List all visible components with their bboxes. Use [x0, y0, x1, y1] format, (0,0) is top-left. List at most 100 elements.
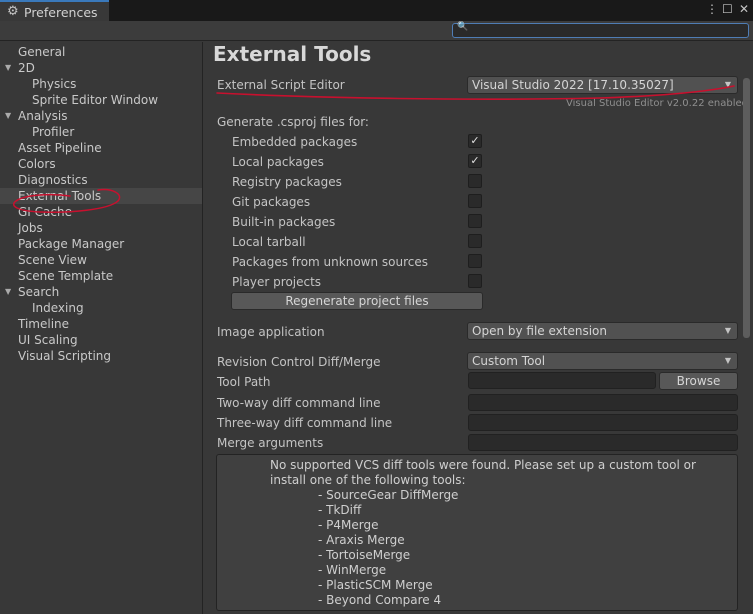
browse-button[interactable]: Browse: [659, 372, 738, 390]
image-app-label: Image application: [217, 325, 325, 339]
sidebar-item-analysis[interactable]: ▼ Analysis: [0, 108, 202, 124]
sidebar-item-gi-cache[interactable]: GI Cache: [0, 204, 202, 220]
expand-arrow-icon[interactable]: ▼: [5, 108, 11, 124]
tool-path-field[interactable]: [468, 372, 656, 389]
checkbox-unknown-sources[interactable]: [468, 254, 482, 268]
diff-merge-dropdown[interactable]: Custom Tool ▼: [467, 352, 738, 370]
dropdown-value: Open by file extension: [472, 324, 607, 338]
sidebar-item-label: Search: [18, 285, 60, 299]
checkbox-built-in-packages[interactable]: [468, 214, 482, 228]
close-icon[interactable]: ✕: [739, 2, 749, 16]
csproj-option-label: Git packages: [232, 195, 311, 209]
two-way-diff-label: Two-way diff command line: [217, 396, 381, 410]
sidebar: General ▼ 2D Physics Sprite Editor Window…: [0, 42, 203, 614]
sidebar-item-label: Jobs: [18, 221, 43, 235]
sidebar-item-colors[interactable]: Colors: [0, 156, 202, 172]
sidebar-item-label: Timeline: [18, 317, 70, 331]
tool-list-item: - TortoiseMerge: [318, 548, 411, 562]
checkbox-registry-packages[interactable]: [468, 174, 482, 188]
tool-list-item: - PlasticSCM Merge: [318, 578, 433, 592]
sidebar-item-diagnostics[interactable]: Diagnostics: [0, 172, 202, 188]
sidebar-item-physics[interactable]: Physics: [0, 76, 202, 92]
gear-icon: ⚙: [7, 4, 19, 19]
sidebar-item-ui-scaling[interactable]: UI Scaling: [0, 332, 202, 348]
csproj-option-label: Local tarball: [232, 235, 306, 249]
sidebar-item-jobs[interactable]: Jobs: [0, 220, 202, 236]
checkbox-player-projects[interactable]: [468, 274, 482, 288]
editor-version-note: Visual Studio Editor v2.0.22 enabled: [566, 98, 748, 109]
csproj-heading: Generate .csproj files for:: [217, 115, 369, 129]
sidebar-item-asset-pipeline[interactable]: Asset Pipeline: [0, 140, 202, 156]
sidebar-item-label: GI Cache: [18, 205, 72, 219]
sidebar-item-label: Scene View: [18, 253, 87, 267]
sidebar-item-search[interactable]: ▼ Search: [0, 284, 202, 300]
sidebar-item-label: External Tools: [18, 189, 102, 203]
image-app-dropdown[interactable]: Open by file extension ▼: [467, 322, 738, 340]
dropdown-value: Visual Studio 2022 [17.10.35027]: [472, 78, 674, 92]
sidebar-item-label: 2D: [18, 61, 35, 75]
checkbox-embedded-packages[interactable]: ✓: [468, 134, 482, 148]
merge-arguments-label: Merge arguments: [217, 436, 324, 450]
sidebar-item-label: Asset Pipeline: [18, 141, 102, 155]
help-message: No supported VCS diff tools were found. …: [270, 458, 696, 487]
merge-arguments-field[interactable]: [468, 434, 738, 451]
sidebar-item-timeline[interactable]: Timeline: [0, 316, 202, 332]
tool-list-item: - Beyond Compare 4: [318, 593, 442, 607]
chevron-down-icon: ▼: [724, 80, 731, 89]
sidebar-item-2d[interactable]: ▼ 2D: [0, 60, 202, 76]
diff-merge-label: Revision Control Diff/Merge: [217, 355, 381, 369]
tool-list-item: - Araxis Merge: [318, 533, 405, 547]
sidebar-item-package-manager[interactable]: Package Manager: [0, 236, 202, 252]
checkbox-local-packages[interactable]: ✓: [468, 154, 482, 168]
sidebar-item-external-tools[interactable]: External Tools: [0, 188, 202, 204]
csproj-option-label: Packages from unknown sources: [232, 255, 428, 269]
sidebar-item-indexing[interactable]: Indexing: [0, 300, 202, 316]
csproj-option-label: Local packages: [232, 155, 324, 169]
sidebar-item-scene-view[interactable]: Scene View: [0, 252, 202, 268]
tool-list-item: - WinMerge: [318, 563, 387, 577]
checkbox-local-tarball[interactable]: [468, 234, 482, 248]
csproj-option-label: Player projects: [232, 275, 322, 289]
csproj-option-label: Registry packages: [232, 175, 342, 189]
tool-path-label: Tool Path: [217, 375, 271, 389]
checkbox-git-packages[interactable]: [468, 194, 482, 208]
expand-arrow-icon[interactable]: ▼: [5, 60, 11, 76]
sidebar-item-label: Analysis: [18, 109, 68, 123]
main-panel: External Tools External Script Editor Vi…: [204, 42, 753, 614]
sidebar-item-sprite-editor-window[interactable]: Sprite Editor Window: [0, 92, 202, 108]
page-title: External Tools: [213, 42, 372, 66]
sidebar-item-label: Indexing: [32, 301, 84, 315]
sidebar-item-label: Visual Scripting: [18, 349, 111, 363]
sidebar-item-label: Colors: [18, 157, 56, 171]
three-way-diff-field[interactable]: [468, 414, 738, 431]
csproj-option-label: Built-in packages: [232, 215, 336, 229]
two-way-diff-field[interactable]: [468, 394, 738, 411]
three-way-diff-label: Three-way diff command line: [217, 416, 393, 430]
sidebar-item-label: Physics: [32, 77, 77, 91]
sidebar-item-general[interactable]: General: [0, 44, 202, 60]
tab-preferences[interactable]: ⚙ Preferences: [0, 0, 109, 21]
script-editor-dropdown[interactable]: Visual Studio 2022 [17.10.35027] ▼: [467, 76, 738, 94]
sidebar-item-label: Package Manager: [18, 237, 125, 251]
script-editor-label: External Script Editor: [217, 78, 345, 92]
dropdown-value: Custom Tool: [472, 354, 546, 368]
toolbar: 🔍: [0, 21, 753, 41]
sidebar-item-profiler[interactable]: Profiler: [0, 124, 202, 140]
sidebar-item-label: Diagnostics: [18, 173, 88, 187]
search-input[interactable]: 🔍: [452, 22, 749, 38]
sidebar-item-visual-scripting[interactable]: Visual Scripting: [0, 348, 202, 364]
search-icon: 🔍: [457, 22, 469, 32]
kebab-menu-icon[interactable]: ⋮: [706, 2, 718, 16]
sidebar-item-scene-template[interactable]: Scene Template: [0, 268, 202, 284]
vcs-help-box: No supported VCS diff tools were found. …: [216, 454, 738, 611]
tool-list-item: - TkDiff: [318, 503, 362, 517]
chevron-down-icon: ▼: [724, 326, 731, 335]
chevron-down-icon: ▼: [724, 356, 731, 365]
maximize-icon[interactable]: ☐: [722, 2, 733, 16]
tool-list-item: - P4Merge: [318, 518, 379, 532]
sidebar-item-label: Sprite Editor Window: [32, 93, 159, 107]
vertical-scrollbar[interactable]: [743, 78, 750, 338]
csproj-option-label: Embedded packages: [232, 135, 358, 149]
regenerate-project-files-button[interactable]: Regenerate project files: [231, 292, 483, 310]
expand-arrow-icon[interactable]: ▼: [5, 284, 11, 300]
